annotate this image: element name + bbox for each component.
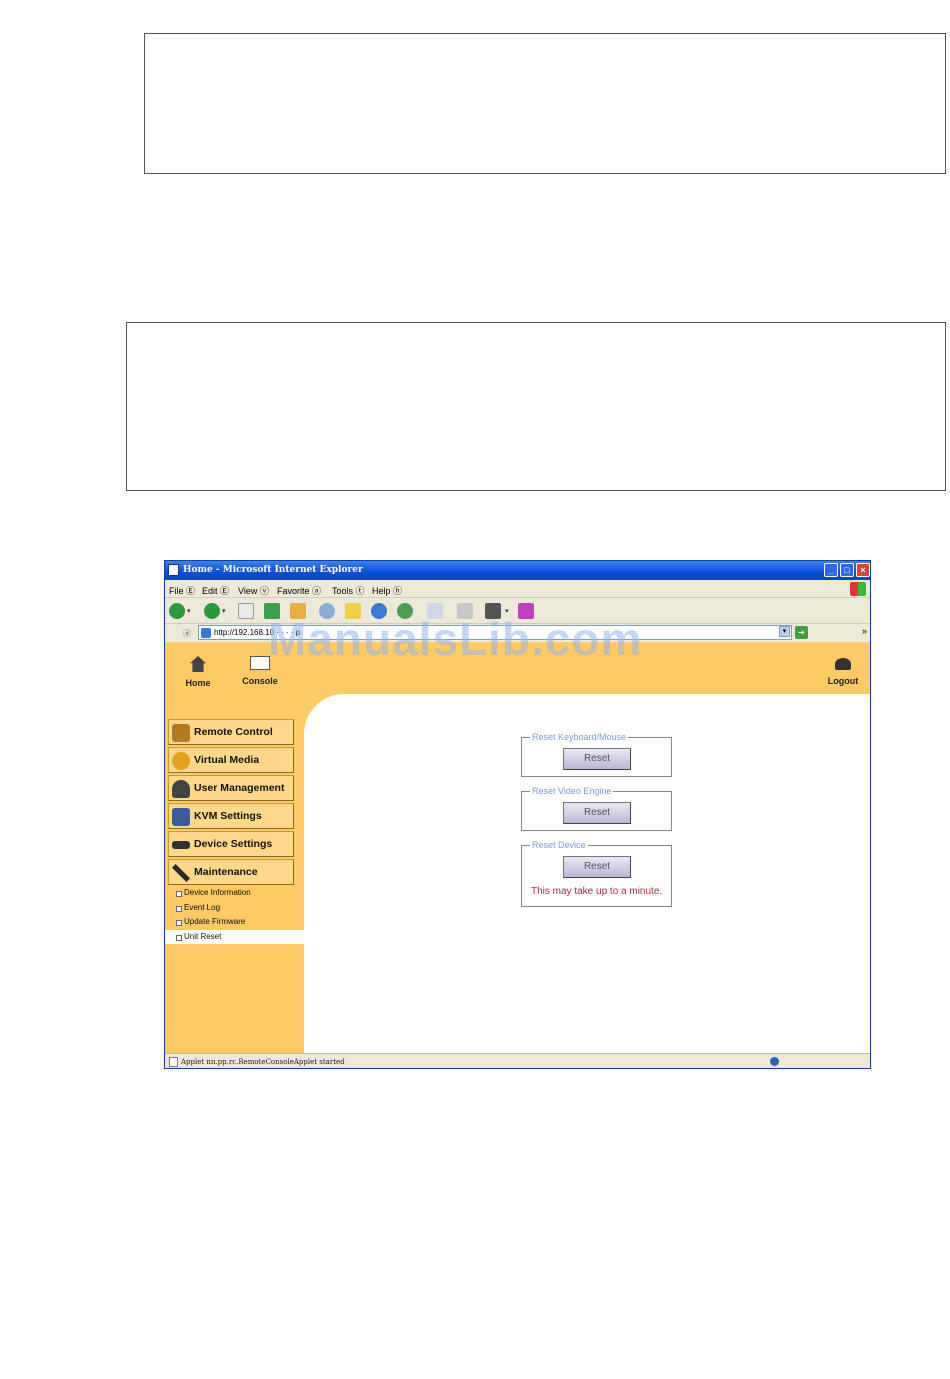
window-title: Home - Microsoft Internet Explorer: [183, 565, 363, 575]
sidebar-item-label: Remote Control: [194, 726, 273, 738]
go-button[interactable]: ➜: [795, 626, 808, 639]
submenu-event-log[interactable]: Event Log: [165, 901, 304, 915]
logout-icon: [835, 658, 851, 670]
back-dropdown-icon[interactable]: ▾: [187, 607, 191, 615]
nav-console-label: Console: [242, 676, 278, 686]
submenu-unit-reset[interactable]: Unit Reset: [165, 930, 304, 944]
nav-logout-label: Logout: [827, 676, 859, 686]
sidebar-item-label: KVM Settings: [194, 810, 262, 822]
reset-keyboard-mouse-legend: Reset Keyboard/Mouse: [530, 732, 629, 742]
reset-device-panel: Reset Device Reset This may take up to a…: [521, 840, 672, 907]
sidebar-item-label: User Management: [194, 782, 285, 794]
back-icon[interactable]: [169, 603, 185, 619]
maintenance-icon: [172, 864, 190, 882]
nav-home[interactable]: Home: [181, 656, 215, 688]
toolbar-overflow-icon[interactable]: »: [862, 626, 867, 636]
page-icon: [201, 628, 211, 638]
sidebar-item-remote-control[interactable]: Remote Control: [168, 719, 294, 745]
menu-tools[interactable]: Tools ⓣ: [332, 584, 365, 597]
sidebar-item-maintenance[interactable]: Maintenance: [168, 859, 294, 885]
maximize-button[interactable]: □: [840, 563, 854, 577]
status-bar: Applet nn.pp.rc.RemoteConsoleApplet star…: [165, 1053, 870, 1068]
home-icon: [190, 656, 206, 672]
sidebar-item-label: Maintenance: [194, 866, 258, 878]
forward-icon[interactable]: [204, 603, 220, 619]
sidebar-item-label: Device Settings: [194, 838, 273, 850]
menu-edit[interactable]: Edit Ⓔ: [202, 584, 229, 597]
nav-home-label: Home: [185, 678, 211, 688]
reset-device-button[interactable]: Reset: [563, 856, 631, 878]
ie-icon: [168, 564, 179, 576]
web-page: Home Console Logout Remote Control Virtu…: [165, 642, 870, 1053]
submenu-update-firmware[interactable]: Update Firmware: [165, 915, 304, 929]
sidebar: Remote Control Virtual Media User Manage…: [165, 694, 304, 1053]
document-text-box-2: [126, 322, 946, 491]
title-bar[interactable]: Home - Microsoft Internet Explorer _ □ ×: [165, 561, 870, 580]
sidebar-item-kvm-settings[interactable]: KVM Settings: [168, 803, 294, 829]
document-text-box-1: [144, 33, 946, 174]
reset-video-engine-legend: Reset Video Engine: [530, 786, 614, 796]
reset-keyboard-mouse-panel: Reset Keyboard/Mouse Reset: [521, 732, 672, 777]
sidebar-item-device-settings[interactable]: Device Settings: [168, 831, 294, 857]
console-icon: [250, 656, 270, 670]
address-label: ⓓ: [183, 629, 191, 638]
reset-device-legend: Reset Device: [530, 840, 588, 850]
submenu-device-information[interactable]: Device Information: [165, 886, 304, 900]
virtual-media-icon: [172, 752, 190, 770]
windows-logo-icon: [850, 582, 866, 596]
nav-logout[interactable]: Logout: [825, 656, 861, 686]
menu-view[interactable]: View ⓥ: [238, 584, 269, 597]
menu-favorite[interactable]: Favorite ⓐ: [277, 584, 321, 597]
kvm-settings-icon: [172, 808, 190, 826]
reset-device-note: This may take up to a minute.: [531, 886, 663, 897]
remote-control-icon: [172, 724, 190, 742]
device-settings-icon: [172, 841, 190, 849]
internet-zone-icon: [770, 1057, 779, 1066]
forward-dropdown-icon[interactable]: ▾: [222, 607, 226, 615]
page-status-icon: [169, 1057, 178, 1067]
content-corner: [304, 694, 344, 734]
menu-bar: File Ⓔ Edit Ⓔ View ⓥ Favorite ⓐ Tools ⓣ …: [165, 580, 870, 598]
sidebar-item-virtual-media[interactable]: Virtual Media: [168, 747, 294, 773]
menu-help[interactable]: Help ⓗ: [372, 584, 402, 597]
address-dropdown-icon[interactable]: ▾: [779, 626, 790, 637]
reset-keyboard-mouse-button[interactable]: Reset: [563, 748, 631, 770]
watermark: ManualsLib.com: [268, 613, 643, 665]
minimize-button[interactable]: _: [824, 563, 838, 577]
user-management-icon: [172, 780, 190, 798]
menu-file[interactable]: File Ⓔ: [169, 584, 195, 597]
stop-icon[interactable]: [238, 603, 254, 619]
sidebar-item-user-management[interactable]: User Management: [168, 775, 294, 801]
reset-video-engine-panel: Reset Video Engine Reset: [521, 786, 672, 831]
sidebar-item-label: Virtual Media: [194, 754, 260, 766]
close-button[interactable]: ×: [856, 563, 870, 577]
status-text: Applet nn.pp.rc.RemoteConsoleApplet star…: [181, 1058, 345, 1066]
reset-video-engine-button[interactable]: Reset: [563, 802, 631, 824]
